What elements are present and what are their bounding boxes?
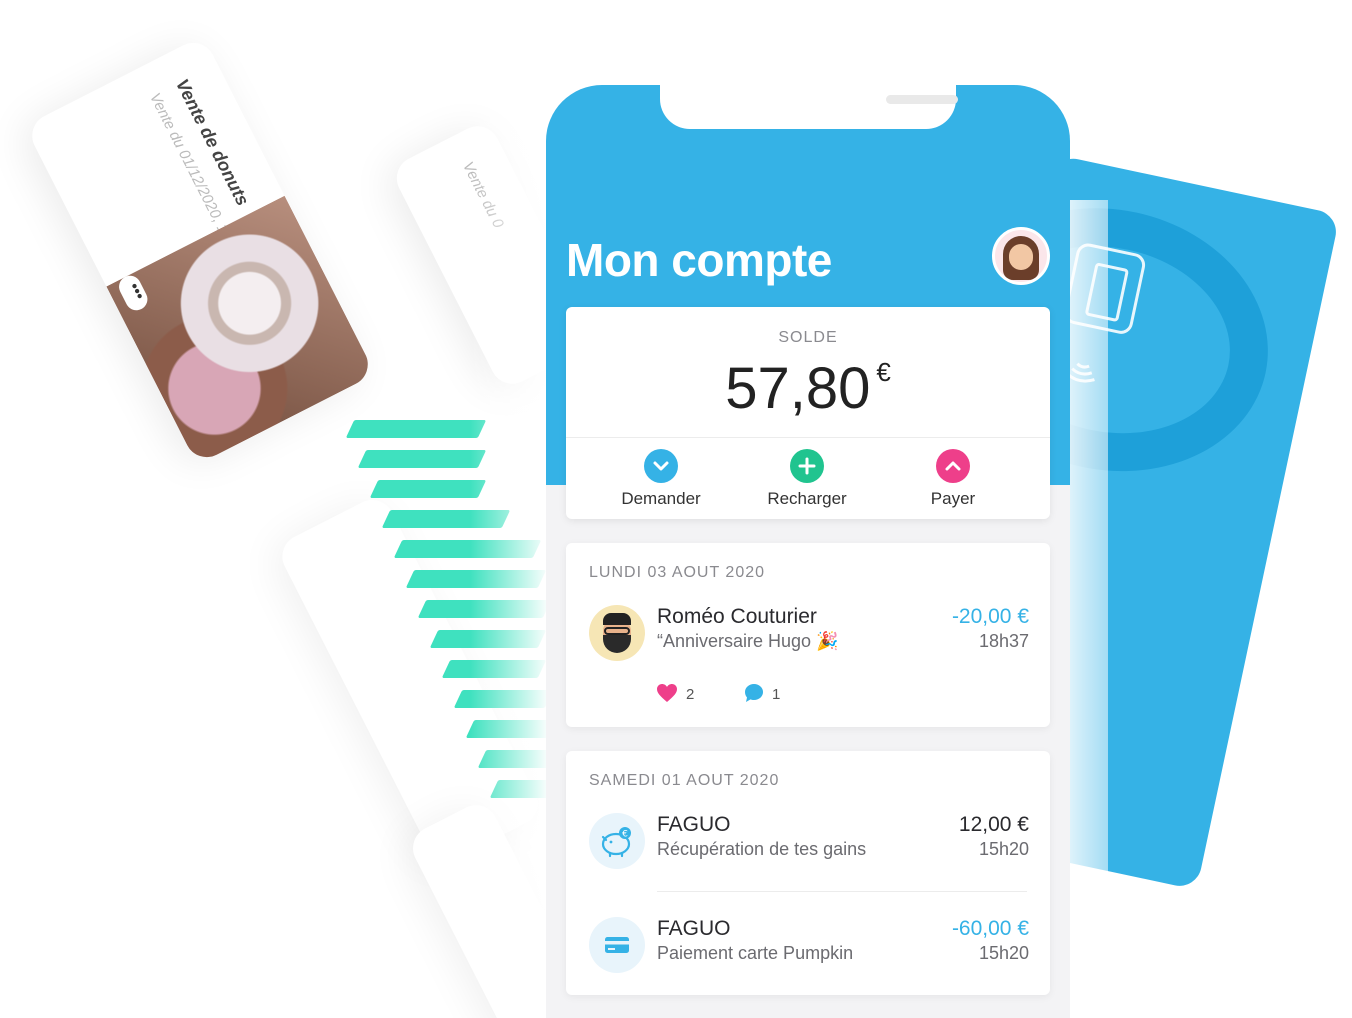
- phone-mockup: Mon compte SOLDE 57,80 € Demander Recharg…: [546, 85, 1070, 1018]
- fade-overlay: [470, 100, 550, 980]
- transaction-group: LUNDI 03 AOUT 2020 Roméo Couturier “Anni…: [566, 543, 1050, 727]
- avatar-face: [1009, 244, 1033, 270]
- comment-icon: [744, 683, 764, 707]
- comment-button[interactable]: 1: [744, 683, 780, 707]
- transaction-row[interactable]: FAGUO Paiement carte Pumpkin -60,00 € 15…: [566, 911, 1050, 981]
- avatar-beard: [603, 635, 631, 653]
- date-header: LUNDI 03 AOUT 2020: [589, 564, 766, 581]
- credit-card-icon: [589, 917, 645, 973]
- divider: [566, 437, 1050, 438]
- card-sheen: [1068, 200, 1108, 890]
- person-avatar: [589, 605, 645, 661]
- heart-icon: [656, 683, 678, 707]
- avatar-glasses: [604, 627, 630, 635]
- balance-label: SOLDE: [778, 329, 838, 346]
- avatar-hair: [603, 613, 631, 625]
- request-button-label: Demander: [621, 489, 701, 508]
- transaction-name: FAGUO: [657, 813, 731, 836]
- sale-card: Vente de donuts Vente du 01/12/2020, 15:…: [24, 35, 376, 465]
- transaction-row[interactable]: Roméo Couturier “Anniversaire Hugo 🎉 -20…: [566, 599, 1050, 669]
- topup-button[interactable]: Recharger: [732, 449, 882, 509]
- page-title: Mon compte: [566, 234, 832, 286]
- phone-speaker: [886, 95, 958, 104]
- bar-fill: [357, 450, 487, 468]
- transaction-amount: -60,00 €: [951, 917, 1029, 940]
- svg-text:€: €: [622, 830, 628, 840]
- chevron-down-icon: [644, 449, 678, 483]
- user-avatar[interactable]: [992, 227, 1050, 285]
- comment-count: 1: [772, 685, 781, 703]
- transaction-name: FAGUO: [657, 917, 731, 940]
- bar-fill: [369, 480, 487, 498]
- divider: [657, 891, 1027, 892]
- balance-value: 57,80: [725, 356, 871, 421]
- transaction-amount: -20,00 €: [951, 605, 1029, 628]
- transaction-group: SAMEDI 01 AOUT 2020 € FAGUO Récupération…: [566, 751, 1050, 995]
- request-button[interactable]: Demander: [586, 449, 736, 509]
- piggy-bank-icon: €: [589, 813, 645, 869]
- pay-button-label: Payer: [930, 489, 976, 508]
- like-count: 2: [686, 685, 695, 703]
- balance-currency: €: [876, 357, 891, 387]
- pay-button[interactable]: Payer: [878, 449, 1028, 509]
- transaction-time: 15h20: [978, 839, 1029, 859]
- transaction-time: 18h37: [978, 631, 1029, 651]
- transaction-description: Paiement carte Pumpkin: [657, 943, 854, 963]
- chevron-up-icon: [936, 449, 970, 483]
- topup-button-label: Recharger: [767, 489, 847, 508]
- like-button[interactable]: 2: [656, 683, 694, 707]
- balance-amount: 57,80 €: [566, 355, 1050, 422]
- transaction-time: 15h20: [978, 943, 1029, 963]
- plus-icon: [790, 449, 824, 483]
- balance-card: SOLDE 57,80 € Demander Recharger Payer: [566, 307, 1050, 519]
- date-header: SAMEDI 01 AOUT 2020: [589, 772, 780, 789]
- transaction-row[interactable]: € FAGUO Récupération de tes gains 12,00 …: [566, 807, 1050, 877]
- transaction-amount: 12,00 €: [958, 813, 1029, 836]
- transaction-description: Récupération de tes gains: [657, 839, 867, 859]
- transaction-name: Roméo Couturier: [657, 605, 817, 628]
- transaction-description: “Anniversaire Hugo 🎉: [657, 631, 839, 651]
- bar-fill: [345, 420, 487, 438]
- phone-notch: [660, 85, 958, 129]
